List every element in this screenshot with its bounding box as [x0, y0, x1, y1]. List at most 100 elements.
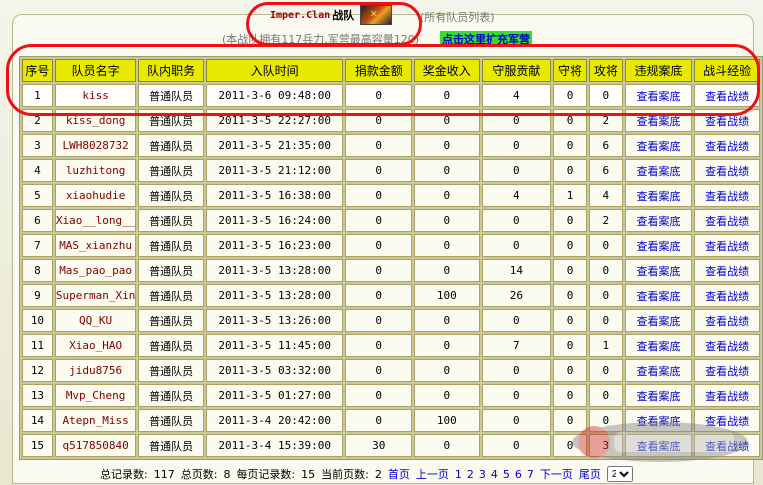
- attacker-count: 1: [588, 334, 623, 357]
- defender-count: 1: [553, 184, 587, 207]
- column-header: 入队时间: [205, 59, 344, 82]
- row-index: 8: [22, 259, 53, 282]
- violation-record-link[interactable]: 查看案底: [624, 184, 693, 207]
- column-header: 奖金收入: [414, 59, 480, 82]
- table-row: 12 jidu8756 普通队员 2011-3-5 03:32:00 0 0 0 0 0 查看案底…: [22, 359, 760, 382]
- violation-record-link[interactable]: 查看案底: [624, 234, 693, 257]
- column-header: 守将: [553, 59, 587, 82]
- attacker-count: 0: [588, 259, 623, 282]
- page-number-link[interactable]: 6: [515, 468, 522, 481]
- battle-record-link[interactable]: 查看战绩: [694, 309, 760, 332]
- join-time: 2011-3-5 21:12:00: [205, 159, 344, 182]
- page-number-link[interactable]: 1: [455, 468, 462, 481]
- join-time: 2011-3-5 03:32:00: [205, 359, 344, 382]
- violation-record-link[interactable]: 查看案底: [624, 284, 693, 307]
- battle-record-link[interactable]: 查看战绩: [694, 334, 760, 357]
- total-records-value: 117: [153, 467, 175, 481]
- defense-contribution: 0: [481, 434, 552, 457]
- battle-record-link[interactable]: 查看战绩: [694, 109, 760, 132]
- violation-record-link[interactable]: 查看案底: [624, 134, 693, 157]
- defender-count: 0: [553, 259, 587, 282]
- bonus-income: 100: [414, 409, 480, 432]
- page-number-link[interactable]: 7: [527, 468, 534, 481]
- violation-record-link[interactable]: 查看案底: [624, 334, 693, 357]
- member-role: 普通队员: [138, 234, 204, 257]
- row-index: 4: [22, 159, 53, 182]
- battle-record-link[interactable]: 查看战绩: [694, 284, 760, 307]
- join-time: 2011-3-5 01:27:00: [205, 384, 344, 407]
- bonus-income: 0: [414, 334, 480, 357]
- member-name: q517850840: [54, 434, 137, 457]
- first-page-link[interactable]: 首页: [388, 466, 410, 482]
- violation-record-link[interactable]: 查看案底: [624, 159, 693, 182]
- bonus-income: 0: [414, 209, 480, 232]
- column-header: 序号: [22, 59, 53, 82]
- attacker-count: 3: [588, 434, 623, 457]
- violation-record-link[interactable]: 查看案底: [624, 84, 693, 107]
- violation-record-link[interactable]: 查看案底: [624, 384, 693, 407]
- violation-record-link[interactable]: 查看案底: [624, 359, 693, 382]
- table-header-row: 序号 队员名字 队内职务 入队时间 捐款金额 奖金收入 守服贡献 守将 攻将 违规案底 战斗经验: [22, 59, 760, 82]
- attacker-count: 6: [588, 159, 623, 182]
- page-number-link[interactable]: 4: [491, 468, 498, 481]
- column-header: 违规案底: [624, 59, 693, 82]
- page-number-link[interactable]: 5: [503, 468, 510, 481]
- member-role: 普通队员: [138, 284, 204, 307]
- join-time: 2011-3-5 11:45:00: [205, 334, 344, 357]
- page-select[interactable]: 2: [606, 466, 633, 482]
- table-row: 10 QQ_KU 普通队员 2011-3-5 13:26:00 0 0 0 0 0 查看案底 查看战…: [22, 309, 760, 332]
- expand-barracks-link[interactable]: 点击这里扩充军营: [440, 31, 532, 47]
- battle-record-link[interactable]: 查看战绩: [694, 434, 760, 457]
- clan-emblem-icon: [360, 5, 393, 25]
- page-number-link[interactable]: 2: [467, 468, 474, 481]
- defense-contribution: 0: [481, 409, 552, 432]
- attacker-count: 2: [588, 109, 623, 132]
- clan-name: Imper.Clan: [270, 9, 331, 21]
- bonus-income: 0: [414, 159, 480, 182]
- battle-record-link[interactable]: 查看战绩: [694, 384, 760, 407]
- battle-record-link[interactable]: 查看战绩: [694, 234, 760, 257]
- prev-page-link[interactable]: 上一页: [416, 466, 449, 482]
- member-name: Mvp_Cheng: [54, 384, 137, 407]
- join-time: 2011-3-5 13:28:00: [205, 284, 344, 307]
- defense-contribution: 0: [481, 359, 552, 382]
- donation-amount: 0: [345, 259, 412, 282]
- violation-record-link[interactable]: 查看案底: [624, 434, 693, 457]
- battle-record-link[interactable]: 查看战绩: [694, 259, 760, 282]
- member-name: Superman_Xin: [54, 284, 137, 307]
- battle-record-link[interactable]: 查看战绩: [694, 209, 760, 232]
- attacker-count: 0: [588, 284, 623, 307]
- member-name: LWH8028732: [54, 134, 137, 157]
- join-time: 2011-3-5 16:23:00: [205, 234, 344, 257]
- join-time: 2011-3-4 20:42:00: [205, 409, 344, 432]
- violation-record-link[interactable]: 查看案底: [624, 259, 693, 282]
- violation-record-link[interactable]: 查看案底: [624, 409, 693, 432]
- member-role: 普通队员: [138, 309, 204, 332]
- next-page-link[interactable]: 下一页: [540, 466, 573, 482]
- bonus-income: 0: [414, 259, 480, 282]
- battle-record-link[interactable]: 查看战绩: [694, 134, 760, 157]
- defender-count: 0: [553, 109, 587, 132]
- member-name: Xiao__long__: [54, 209, 137, 232]
- battle-record-link[interactable]: 查看战绩: [694, 84, 760, 107]
- join-time: 2011-3-5 16:38:00: [205, 184, 344, 207]
- table-row: 4 luzhitong 普通队员 2011-3-5 21:12:00 0 0 0 0 6 查看案底…: [22, 159, 760, 182]
- bonus-income: 0: [414, 309, 480, 332]
- member-role: 普通队员: [138, 84, 204, 107]
- battle-record-link[interactable]: 查看战绩: [694, 409, 760, 432]
- battle-record-link[interactable]: 查看战绩: [694, 359, 760, 382]
- violation-record-link[interactable]: 查看案底: [624, 109, 693, 132]
- table-row: 5 xiaohudie 普通队员 2011-3-5 16:38:00 0 0 4 1 4 查看案底…: [22, 184, 760, 207]
- column-header: 队员名字: [54, 59, 137, 82]
- bonus-income: 100: [414, 284, 480, 307]
- last-page-link[interactable]: 尾页: [579, 466, 601, 482]
- row-index: 5: [22, 184, 53, 207]
- violation-record-link[interactable]: 查看案底: [624, 309, 693, 332]
- defender-count: 0: [553, 434, 587, 457]
- page-number-link[interactable]: 3: [479, 468, 486, 481]
- battle-record-link[interactable]: 查看战绩: [694, 184, 760, 207]
- member-name: Atepn_Miss: [54, 409, 137, 432]
- battle-record-link[interactable]: 查看战绩: [694, 159, 760, 182]
- join-time: 2011-3-5 22:27:00: [205, 109, 344, 132]
- violation-record-link[interactable]: 查看案底: [624, 209, 693, 232]
